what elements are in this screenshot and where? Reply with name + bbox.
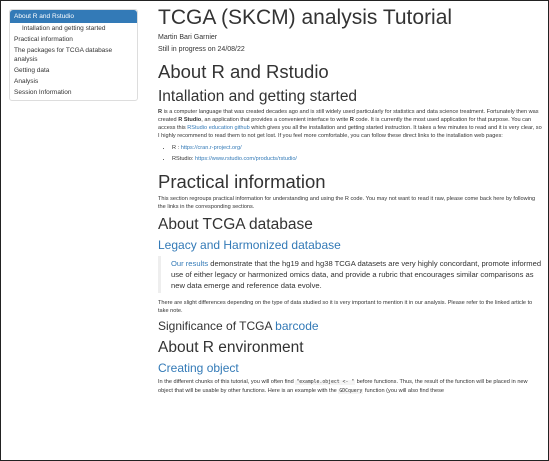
inline-code: "example.object <- " xyxy=(295,380,356,385)
tcga-note-paragraph: There are slight differences depending o… xyxy=(158,300,533,314)
page-title: TCGA (SKCM) analysis Tutorial xyxy=(158,6,453,29)
text: , an application that provides a conveni… xyxy=(201,117,350,123)
section-heading-legacy: Legacy and Harmonized database xyxy=(158,238,341,252)
section-heading-installation: Intallation and getting started xyxy=(158,88,358,105)
cran-link[interactable]: https://cran.r-project.org/ xyxy=(181,145,242,151)
install-links-list: R : https://cran.r-project.org/ RStudio:… xyxy=(158,143,544,165)
rstudio-bold: R Studio xyxy=(178,117,202,123)
toc-item-practical-information[interactable]: Practical information xyxy=(10,34,137,45)
author: Martin Bari Garnier xyxy=(158,34,218,41)
installation-paragraph: R is a computer language that was create… xyxy=(158,108,544,140)
heading-text: Significance of TCGA xyxy=(158,319,276,333)
section-heading-significance: Significance of TCGA barcode xyxy=(158,319,544,334)
practical-paragraph: This section regroups practical informat… xyxy=(158,196,536,210)
barcode-link[interactable]: barcode xyxy=(275,319,318,333)
section-heading-tcga: About TCGA database xyxy=(158,216,313,233)
section-heading-r-environment: About R environment xyxy=(158,339,304,356)
rstudio-education-link[interactable]: RStudio education github xyxy=(187,125,250,131)
creating-object-paragraph: In the different chunks of this tutorial… xyxy=(158,378,544,396)
toc-item-about-r[interactable]: About R and Rstudio xyxy=(10,10,137,23)
quote-block: Our results demonstrate that the hg19 an… xyxy=(158,256,544,293)
section-heading-about-r: About R and Rstudio xyxy=(158,61,329,82)
section-heading-practical: Practical information xyxy=(158,171,326,192)
document-frame: About R and Rstudio Intallation and gett… xyxy=(0,0,549,461)
toc-item-installation[interactable]: Intallation and getting started xyxy=(10,23,137,34)
section-heading-creating-object: Creating object xyxy=(158,361,239,375)
rstudio-link[interactable]: https://www.rstudio.com/products/rstudio… xyxy=(195,156,297,162)
quote-text: demonstrate that the hg19 and hg38 TCGA … xyxy=(171,259,542,290)
link-prefix: RStudio: xyxy=(172,156,196,162)
inline-code: GDCquery xyxy=(338,389,364,394)
toc-item-tcga-packages[interactable]: The packages for TCGA database analysis xyxy=(10,45,137,65)
list-item: R : https://cran.r-project.org/ xyxy=(172,143,544,154)
our-results-link[interactable]: Our results xyxy=(171,259,208,268)
link-prefix: R : xyxy=(172,145,181,151)
list-item: RStudio: https://www.rstudio.com/product… xyxy=(172,154,544,165)
table-of-contents: About R and Rstudio Intallation and gett… xyxy=(9,9,138,101)
date: Still in progress on 24/08/22 xyxy=(158,46,245,53)
toc-item-session-information[interactable]: Session Information xyxy=(10,87,137,98)
main-content: TCGA (SKCM) analysis Tutorial Martin Bar… xyxy=(158,5,544,399)
toc-item-analysis[interactable]: Analysis xyxy=(10,76,137,87)
text: function (you will also find these xyxy=(363,388,444,394)
toc-item-getting-data[interactable]: Getting data xyxy=(10,65,137,76)
text: In the different chunks of this tutorial… xyxy=(158,379,296,385)
